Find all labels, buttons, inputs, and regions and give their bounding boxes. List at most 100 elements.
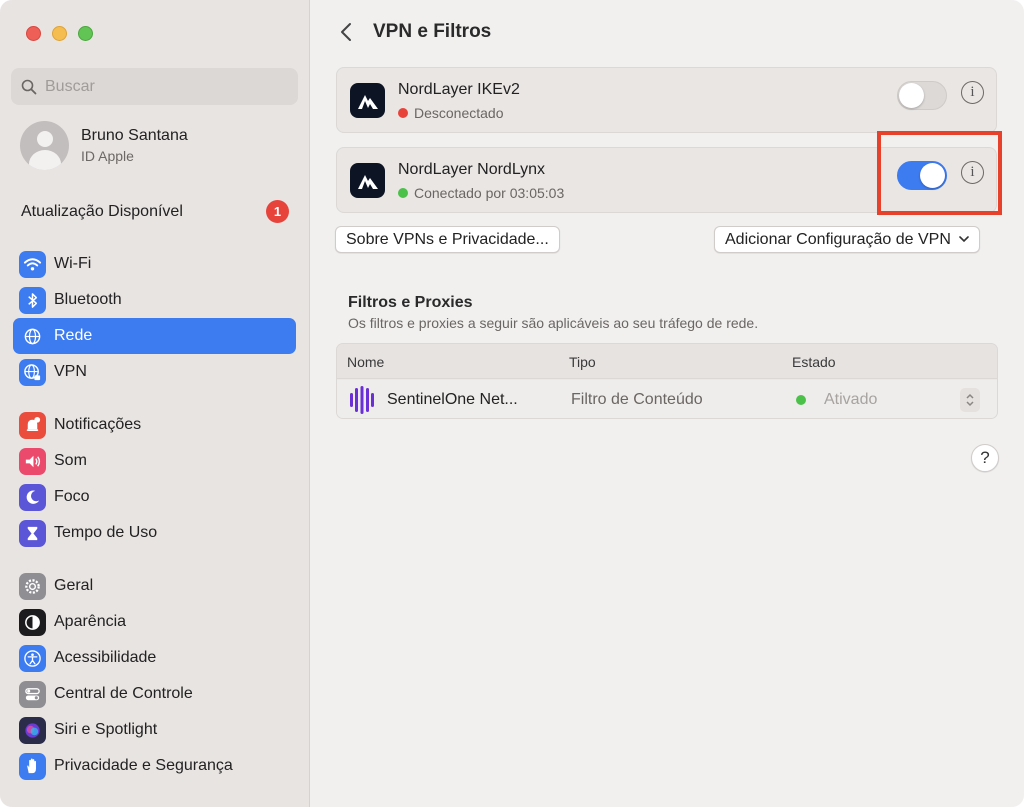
zoom-window-button[interactable] (78, 26, 93, 41)
sidebar-item-geral[interactable]: Geral (13, 568, 296, 604)
chevron-left-icon (341, 23, 351, 41)
hourglass-icon (19, 519, 46, 547)
filter-name: SentinelOne Net... (387, 391, 518, 408)
window-controls (26, 26, 93, 41)
info-icon[interactable]: i (961, 81, 984, 104)
sidebar-item-label: Wi-Fi (54, 255, 92, 272)
chevron-down-icon (959, 236, 969, 243)
sidebar-item-label: Siri e Spotlight (54, 721, 158, 738)
sidebar-item-label: VPN (54, 363, 87, 380)
sidebar-item-label: Aparência (54, 613, 127, 630)
sidebar-item-label: Tempo de Uso (54, 524, 158, 541)
profile-subtitle: ID Apple (81, 148, 134, 164)
siri-icon (19, 716, 46, 744)
add-vpn-label: Adicionar Configuração de VPN (725, 230, 951, 248)
sidebar-item-apar-ncia[interactable]: Aparência (13, 604, 296, 640)
sidebar-item-siri-e-spotlight[interactable]: Siri e Spotlight (13, 712, 296, 748)
sidebar-item-label: Foco (54, 488, 90, 505)
status-dot-icon (398, 108, 408, 118)
sidebar-item-label: Privacidade e Segurança (54, 757, 233, 774)
sidebar-item-som[interactable]: Som (13, 443, 296, 479)
add-vpn-configuration-button[interactable]: Adicionar Configuração de VPN (714, 226, 980, 253)
globe-icon (19, 322, 46, 350)
control-center-icon (19, 680, 46, 708)
hand-icon (19, 752, 46, 780)
search-field[interactable] (11, 68, 298, 105)
sidebar-item-label: Acessibilidade (54, 649, 157, 666)
profile-name: Bruno Santana (81, 127, 188, 144)
speaker-icon (19, 447, 46, 475)
apple-id-profile[interactable]: Bruno Santana ID Apple (20, 121, 188, 170)
table-row[interactable]: SentinelOne Net... Filtro de Conteúdo At… (337, 380, 997, 418)
vpn-name: NordLayer IKEv2 (398, 81, 520, 98)
sidebar-item-notifica-es[interactable]: Notificações (13, 407, 296, 443)
avatar (20, 121, 69, 170)
vpn-globe-icon (19, 358, 46, 386)
sidebar-item-foco[interactable]: Foco (13, 479, 296, 515)
sidebar-item-bluetooth[interactable]: Bluetooth (13, 282, 296, 318)
highlight-box (877, 131, 1002, 215)
vpn-status-text: Desconectado (414, 105, 504, 121)
sidebar-item-label: Central de Controle (54, 685, 193, 702)
sidebar-item-acessibilidade[interactable]: Acessibilidade (13, 640, 296, 676)
search-input[interactable] (45, 77, 275, 96)
about-vpn-button[interactable]: Sobre VPNs e Privacidade... (335, 226, 560, 253)
update-badge: 1 (266, 200, 289, 223)
sidebar-item-tempo-de-uso[interactable]: Tempo de Uso (13, 515, 296, 551)
sidebar-item-label: Notificações (54, 416, 142, 433)
column-header-name[interactable]: Nome (347, 354, 384, 370)
vpn-toggle-ikev2[interactable] (897, 81, 947, 110)
sidebar-item-vpn[interactable]: VPN (13, 354, 296, 390)
state-stepper[interactable] (960, 388, 980, 412)
filter-state: Ativado (824, 391, 878, 408)
sidebar-group-notifications: Notificações Som Foco Tempo de Uso (13, 407, 296, 551)
sidebar: Bruno Santana ID Apple Atualização Dispo… (0, 0, 310, 807)
search-icon (21, 79, 37, 94)
minimize-window-button[interactable] (52, 26, 67, 41)
settings-window: Bruno Santana ID Apple Atualização Dispo… (0, 0, 1024, 807)
status-dot-icon (398, 188, 408, 198)
sidebar-item-label: Som (54, 452, 87, 469)
bluetooth-icon (19, 286, 46, 314)
column-header-state[interactable]: Estado (792, 354, 836, 370)
sidebar-item-label: Bluetooth (54, 291, 122, 308)
sidebar-group-network: Wi-Fi Bluetooth Rede VPN (13, 246, 296, 390)
sidebar-item-privacidade-e-seguran-a[interactable]: Privacidade e Segurança (13, 748, 296, 784)
page-title: VPN e Filtros (373, 21, 492, 42)
bell-icon (19, 411, 46, 439)
table-header: Nome Tipo Estado (337, 344, 997, 379)
filter-type: Filtro de Conteúdo (571, 391, 703, 408)
main-content: VPN e Filtros NordLayer IKEv2 Desconecta… (311, 0, 1024, 807)
update-label: Atualização Disponível (21, 202, 183, 220)
status-dot-icon (796, 395, 806, 405)
vpn-name: NordLayer NordLynx (398, 161, 546, 178)
section-subtitle: Os filtros e proxies a seguir são aplicá… (348, 315, 759, 331)
close-window-button[interactable] (26, 26, 41, 41)
sentinelone-logo-icon (350, 386, 374, 414)
section-title: Filtros e Proxies (348, 294, 473, 311)
sidebar-item-label: Geral (54, 577, 94, 594)
moon-icon (19, 483, 46, 511)
vpn-status-text: Conectado por 03:05:03 (414, 185, 565, 201)
filters-table: Nome Tipo Estado SentinelOne Net... Filt… (336, 343, 998, 419)
gear-icon (19, 572, 46, 600)
sidebar-group-system: Geral Aparência Acessibilidade Central de C… (13, 568, 296, 784)
sidebar-item-wi-fi[interactable]: Wi-Fi (13, 246, 296, 282)
back-button[interactable] (337, 20, 355, 44)
nordlayer-logo-icon (350, 83, 385, 118)
appearance-icon (19, 608, 46, 636)
title-bar: VPN e Filtros (337, 20, 491, 44)
sidebar-item-rede[interactable]: Rede (13, 318, 296, 354)
sidebar-item-label: Rede (54, 327, 93, 344)
nordlayer-logo-icon (350, 163, 385, 198)
wifi-icon (19, 250, 46, 278)
sidebar-item-central-de-controle[interactable]: Central de Controle (13, 676, 296, 712)
vpn-row-ikev2: NordLayer IKEv2 Desconectado i (336, 67, 997, 133)
help-button[interactable]: ? (971, 444, 999, 472)
column-header-type[interactable]: Tipo (569, 354, 596, 370)
vpn-status: Desconectado (398, 105, 504, 121)
vpn-status: Conectado por 03:05:03 (398, 185, 564, 201)
accessibility-icon (19, 644, 46, 672)
up-down-chevron-icon (966, 393, 974, 407)
software-update-item[interactable]: Atualização Disponível 1 (21, 200, 289, 223)
